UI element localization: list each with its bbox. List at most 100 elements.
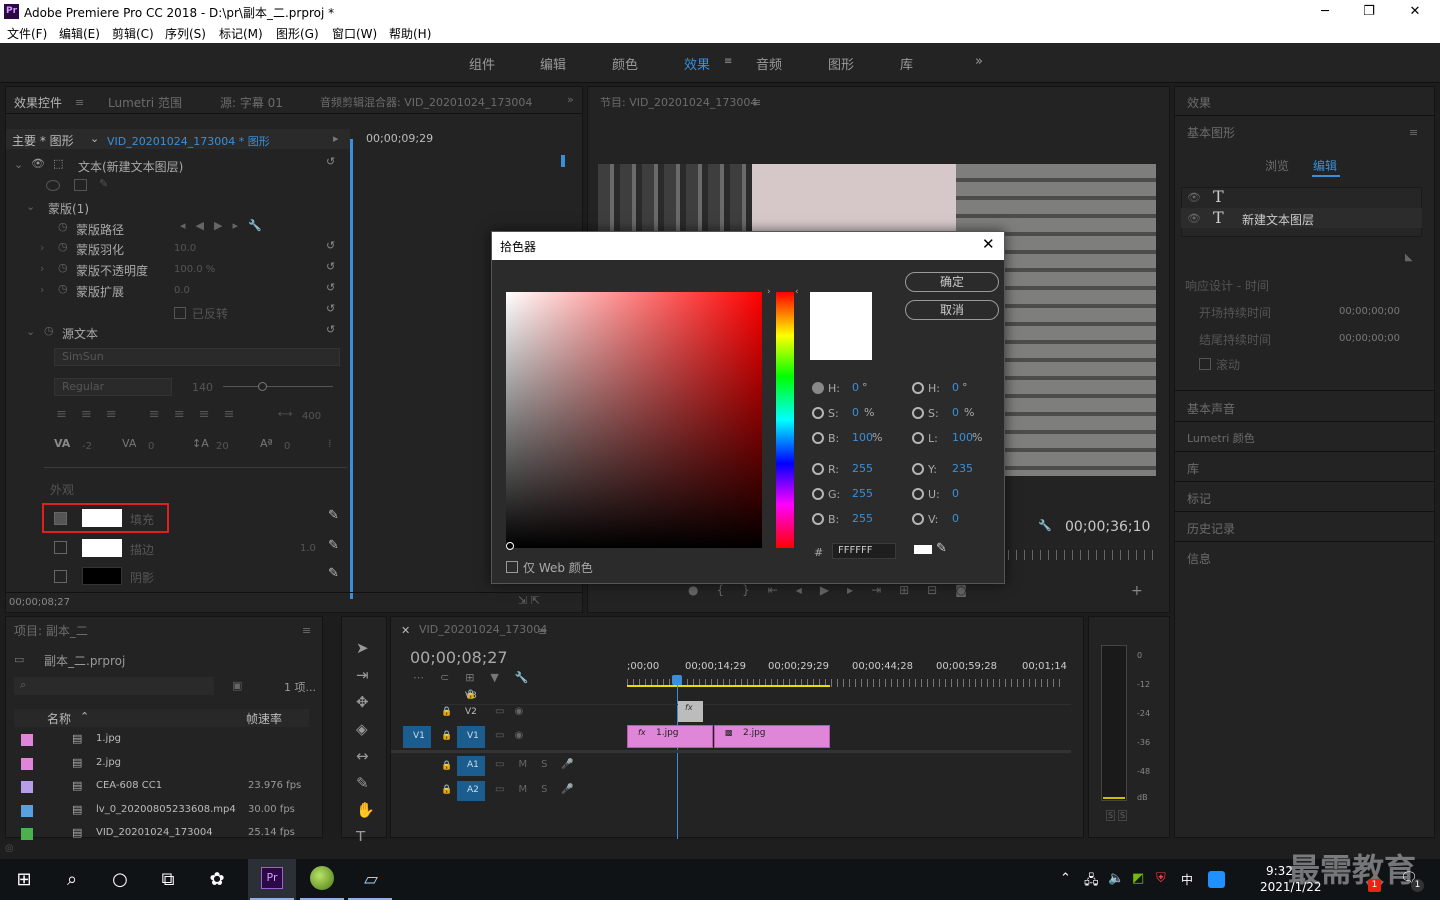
menu-marker[interactable]: 标记(M) [219,25,263,42]
dialog-close-icon[interactable]: ✕ [982,235,995,253]
project-item-name[interactable]: 1.jpg [96,733,121,744]
section-info[interactable]: 信息 [1187,550,1211,567]
inverted-checkbox[interactable] [174,307,186,319]
mask-feather-value[interactable]: 10.0 [174,243,196,254]
label-color-swatch[interactable] [21,781,33,793]
baseline-value[interactable]: 0 [284,441,290,452]
task-view-icon[interactable]: ⧉ [155,867,181,893]
close-button[interactable]: ✕ [1392,2,1438,21]
master-label[interactable]: 主要 * 图形 [12,132,74,149]
tool-icons[interactable]: ➤ ⇥ ✥ ◈ ↔ ✎ ✋ T [356,635,375,851]
new-bin-icon[interactable]: ▣ [232,679,242,692]
project-item-name[interactable]: lv_0_20200805233608.mp4 [96,804,236,815]
workspace-tab[interactable]: 库 [900,54,913,73]
volume-icon[interactable]: 🔈 [1108,871,1124,886]
label-color-swatch[interactable] [21,757,33,770]
color-field-cursor[interactable] [506,542,514,550]
hsb-h-value[interactable]: 0 [852,381,859,394]
stopwatch-icon[interactable]: ◷ [58,220,68,233]
qq-icon[interactable] [1208,871,1225,888]
tray-chevron-icon[interactable]: ⌃ [1060,871,1071,886]
solo-button[interactable]: S [1118,810,1128,821]
tracking-value[interactable]: 400 [302,411,321,422]
section-history[interactable]: 历史记录 [1187,520,1235,537]
reset-icon[interactable]: ↺ [326,239,335,252]
tab-project[interactable]: 项目: 副本_二 [14,622,88,639]
workspace-tab[interactable]: 组件 [469,54,495,73]
font-size-slider[interactable] [223,386,333,387]
lock-icon[interactable]: 🔒 [441,707,452,717]
panel-menu-icon[interactable]: ≡ [538,625,547,638]
nvidia-icon[interactable]: ◩ [1132,871,1144,886]
maximize-button[interactable]: ❐ [1346,2,1392,21]
windows-start-icon[interactable]: ⊞ [11,867,37,893]
kerning-value[interactable]: -2 [82,441,92,452]
saturation-brightness-field[interactable] [506,292,762,548]
yuv-y-value[interactable]: 235 [952,462,973,475]
yuv-y-radio[interactable] [912,463,924,475]
tab-effects[interactable]: 效果 [1187,94,1211,111]
eyedropper-icon[interactable]: ✎ [328,508,339,523]
yuv-v-value[interactable]: 0 [952,512,959,525]
panel-menu-icon[interactable]: ≡ [75,96,84,109]
col-frame-rate[interactable]: 帧速率 [246,710,282,727]
pen-mask-icon[interactable]: ✎ [99,177,108,190]
tsume-icon[interactable]: ⁞ [328,437,332,450]
hsb-s-value[interactable]: 0 [852,406,859,419]
tab-essential-graphics[interactable]: 基本图形 [1187,124,1235,141]
pinwheel-app-icon[interactable]: ✿ [204,867,230,893]
network-icon[interactable]: 🖧 [1084,871,1099,893]
fill-checkbox[interactable] [54,512,67,525]
wrench-icon[interactable]: 🔧 [1038,519,1052,532]
mask-expansion-value[interactable]: 0.0 [174,285,190,296]
rgb-r-value[interactable]: 255 [852,462,873,475]
menu-file[interactable]: 文件(F) [7,25,47,42]
eye-icon[interactable]: 👁 [31,157,45,170]
tab-sequence[interactable]: VID_20201024_173004 [419,623,547,636]
expand-icon[interactable]: ⌄ [14,158,23,171]
col-name[interactable]: 名称 [47,710,71,727]
expand-icon[interactable]: › [40,283,44,296]
stroke-width-value[interactable]: 1.0 [300,543,316,554]
clip-2-jpg[interactable]: ▩ 2.jpg [714,725,830,748]
workspace-tab[interactable]: 音频 [756,54,782,73]
hue-slider[interactable] [776,292,794,548]
hsb-s-radio[interactable] [812,407,824,419]
reset-icon[interactable]: ↺ [326,260,335,273]
audio-track-controls[interactable]: ▭MS🎤 [495,759,588,770]
stroke-checkbox[interactable] [54,541,67,554]
rgb-g-value[interactable]: 255 [852,487,873,500]
eye-icon[interactable]: 👁 [1187,191,1201,204]
font-size-value[interactable]: 140 [192,381,213,394]
mask-opacity-value[interactable]: 100.0 % [174,264,215,275]
menu-graphics[interactable]: 图形(G) [276,25,319,42]
ellipse-mask-icon[interactable] [46,180,60,191]
tab-effect-controls[interactable]: 效果控件 [14,94,62,111]
menu-window[interactable]: 窗口(W) [332,25,377,42]
audio-track-controls[interactable]: ▭MS🎤 [495,784,588,795]
panel-overflow-icon[interactable]: » [567,93,574,106]
label-color-swatch[interactable] [21,734,33,746]
close-tab-icon[interactable]: ✕ [401,624,410,637]
hsl-h-value[interactable]: 0 [952,381,959,394]
yuv-u-radio[interactable] [912,488,924,500]
minimize-button[interactable]: ─ [1302,2,1348,21]
label-color-swatch[interactable] [21,804,33,817]
section-essential-sound[interactable]: 基本声音 [1187,400,1235,417]
hsb-b-value[interactable]: 100 [852,431,873,444]
project-search-input[interactable] [14,677,214,695]
menu-help[interactable]: 帮助(H) [389,25,431,42]
track-controls[interactable]: ▭◉ [495,706,533,717]
yuv-u-value[interactable]: 0 [952,487,959,500]
shadow-color-swatch[interactable] [82,567,122,585]
fill-color-swatch[interactable] [82,509,122,527]
cancel-button[interactable]: 取消 [905,300,999,320]
workspace-tab[interactable]: 图形 [828,54,854,73]
melon-app-icon[interactable] [310,866,334,890]
yuv-v-radio[interactable] [912,513,924,525]
tab-lumetri-scopes[interactable]: Lumetri 范围 [108,94,182,111]
va-value[interactable]: 0 [148,441,154,452]
rgb-g-radio[interactable] [812,488,824,500]
eyedropper-icon[interactable]: ✎ [936,541,947,556]
intro-duration-value[interactable]: 00;00;00;00 [1339,306,1400,317]
